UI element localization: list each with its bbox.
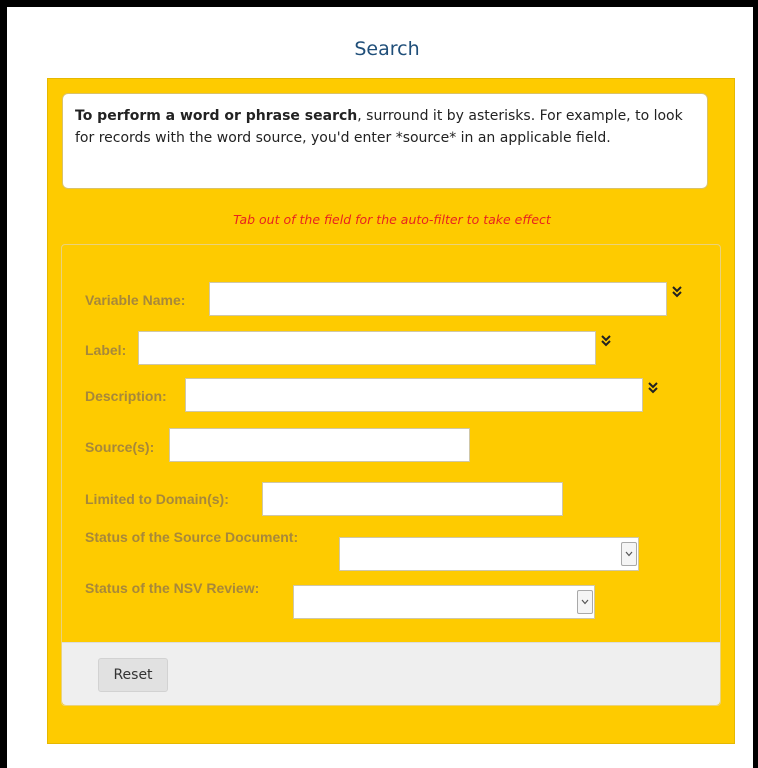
page-title: Search bbox=[354, 38, 420, 60]
label-label: Label: bbox=[85, 342, 127, 358]
auto-filter-hint: Tab out of the field for the auto-filter… bbox=[233, 212, 551, 227]
window-frame-right bbox=[753, 0, 758, 768]
status-source-document-label: Status of the Source Document: bbox=[85, 529, 299, 545]
label-expand-icon[interactable] bbox=[600, 334, 612, 348]
status-nsv-review-select[interactable] bbox=[293, 585, 595, 619]
variable-name-label: Variable Name: bbox=[85, 292, 186, 308]
search-form: Variable Name: Label: Description: Sourc… bbox=[61, 244, 721, 706]
form-footer: Reset bbox=[62, 642, 720, 705]
window-frame-top bbox=[0, 0, 758, 7]
search-help-bold: To perform a word or phrase search bbox=[75, 108, 358, 124]
sources-input[interactable] bbox=[169, 428, 470, 462]
window-frame-left bbox=[0, 0, 7, 768]
search-help-box: To perform a word or phrase search, surr… bbox=[62, 93, 708, 189]
label-input[interactable] bbox=[138, 331, 596, 365]
domains-label: Limited to Domain(s): bbox=[85, 491, 229, 507]
status-nsv-review-label: Status of the NSV Review: bbox=[85, 580, 260, 596]
description-label: Description: bbox=[85, 388, 167, 404]
description-expand-icon[interactable] bbox=[647, 381, 659, 395]
variable-name-input[interactable] bbox=[209, 282, 667, 316]
reset-button[interactable]: Reset bbox=[98, 658, 168, 692]
status-source-document-chevron-down-icon[interactable] bbox=[621, 542, 637, 566]
description-input[interactable] bbox=[185, 378, 643, 412]
status-nsv-review-chevron-down-icon[interactable] bbox=[577, 590, 593, 614]
variable-name-expand-icon[interactable] bbox=[671, 285, 683, 299]
search-panel: To perform a word or phrase search, surr… bbox=[47, 78, 735, 744]
status-source-document-select[interactable] bbox=[339, 537, 639, 571]
domains-input[interactable] bbox=[262, 482, 563, 516]
sources-label: Source(s): bbox=[85, 439, 155, 455]
